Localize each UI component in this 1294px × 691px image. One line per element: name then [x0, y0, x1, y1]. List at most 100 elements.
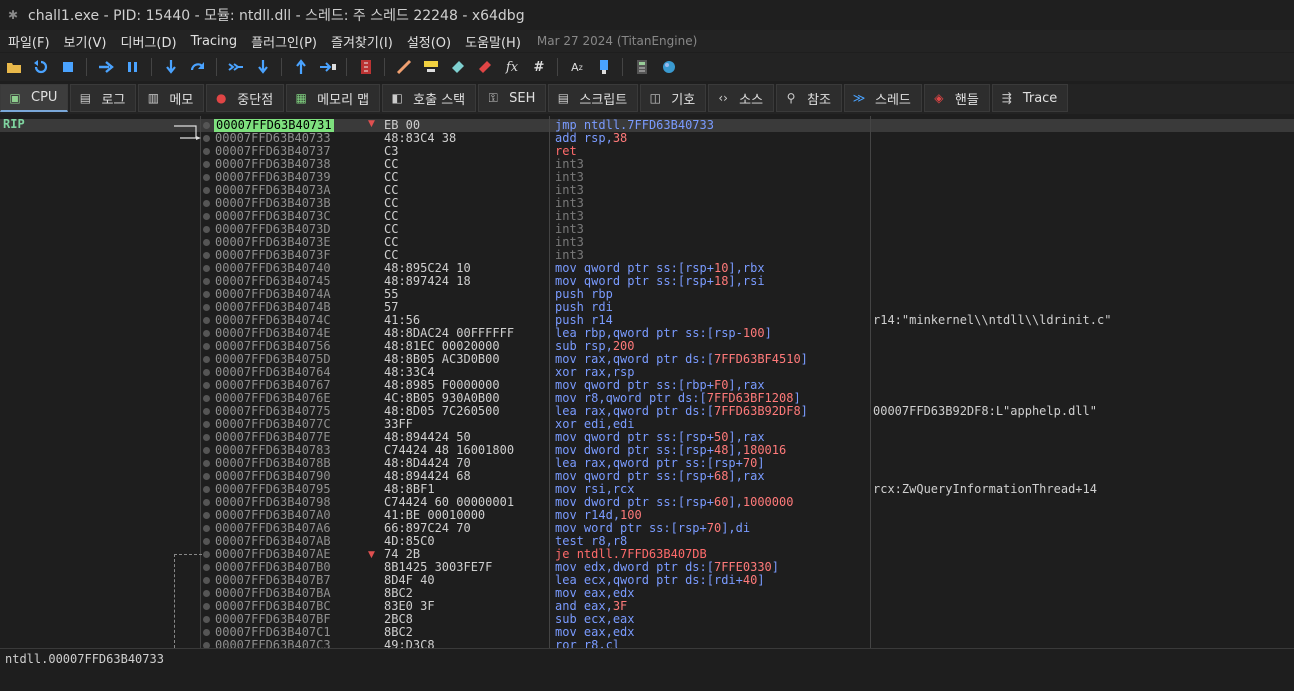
menu-item[interactable]: 보기(V) [56, 32, 113, 51]
breakpoint-dot-icon[interactable] [203, 343, 210, 350]
font-icon[interactable]: Az [566, 56, 588, 78]
trace-over-icon[interactable] [252, 56, 274, 78]
breakpoint-dot-icon[interactable] [203, 486, 210, 493]
breakpoint-dot-icon[interactable] [203, 395, 210, 402]
breakpoint-dot-icon[interactable] [203, 252, 210, 259]
tab-trace[interactable]: ⇶ Trace [991, 84, 1069, 112]
disasm-row[interactable]: 00007FFD63B40738 CC int3 [0, 158, 1294, 171]
breakpoint-dot-icon[interactable] [203, 499, 210, 506]
menu-item[interactable]: 파일(F) [0, 32, 56, 51]
disasm-row[interactable]: 00007FFD63B4073C CC int3 [0, 210, 1294, 223]
tab-threads[interactable]: ≫ 스레드 [844, 84, 922, 112]
disasm-row[interactable]: 00007FFD63B40739 CC int3 [0, 171, 1294, 184]
step-into-icon[interactable] [160, 56, 182, 78]
tab-log[interactable]: ▤ 로그 [70, 84, 137, 112]
menu-item[interactable]: 즐겨찾기(I) [323, 32, 399, 51]
disasm-row[interactable]: 00007FFD63B40790 48:894424 68 mov qword pt… [0, 470, 1294, 483]
breakpoint-dot-icon[interactable] [203, 161, 210, 168]
disasm-row[interactable]: 00007FFD63B40731 EB 00 jmp ntdll.7FFD63B40… [0, 119, 1294, 132]
pause-icon[interactable] [122, 56, 144, 78]
breakpoint-dot-icon[interactable] [203, 200, 210, 207]
tab-memory-map[interactable]: ▦ 메모리 맵 [286, 84, 381, 112]
menu-item[interactable]: 디버그(D) [113, 32, 183, 51]
label-icon[interactable] [447, 56, 469, 78]
menu-item[interactable]: 도움말(H) [457, 32, 527, 51]
breakpoint-dot-icon[interactable] [203, 590, 210, 597]
tool-icon[interactable] [593, 56, 615, 78]
cpu-disassembly-panel[interactable]: RIP ▼ 00007FFD63B40731 EB 00 jmp ntdll.7FF… [0, 116, 1294, 648]
disasm-row[interactable]: 00007FFD63B40733 48:83C4 38 add rsp,38 [0, 132, 1294, 145]
disasm-row[interactable]: 00007FFD63B4073E CC int3 [0, 236, 1294, 249]
breakpoint-dot-icon[interactable] [203, 304, 210, 311]
breakpoint-dot-icon[interactable] [203, 226, 210, 233]
breakpoint-dot-icon[interactable] [203, 512, 210, 519]
breakpoint-dot-icon[interactable] [203, 603, 210, 610]
disasm-row[interactable]: 00007FFD63B407A6 66:897C24 70 mov word ptr… [0, 522, 1294, 535]
breakpoint-dot-icon[interactable] [203, 174, 210, 181]
bookmark-icon[interactable] [474, 56, 496, 78]
breakpoint-dot-icon[interactable] [203, 187, 210, 194]
tab-call-stack[interactable]: ◧ 호출 스택 [382, 84, 477, 112]
disasm-row[interactable]: 00007FFD63B40745 48:897424 18 mov qword pt… [0, 275, 1294, 288]
patch-icon[interactable] [393, 56, 415, 78]
tab-seh[interactable]: ⚿ SEH [478, 84, 547, 112]
disasm-row[interactable]: 00007FFD63B4075D 48:8B05 AC3D0B00 mov rax,… [0, 353, 1294, 366]
breakpoint-dot-icon[interactable] [203, 473, 210, 480]
breakpoint-dot-icon[interactable] [203, 408, 210, 415]
execute-till-return-icon[interactable] [290, 56, 312, 78]
scylla-icon[interactable] [355, 56, 377, 78]
breakpoint-dot-icon[interactable] [203, 135, 210, 142]
stop-icon[interactable] [57, 56, 79, 78]
tab-source[interactable]: ‹› 소스 [708, 84, 775, 112]
menu-item[interactable]: Tracing [183, 34, 244, 49]
tab-handles[interactable]: ◈ 핸들 [923, 84, 990, 112]
tab-symbols[interactable]: ◫ 기호 [640, 84, 707, 112]
disasm-row[interactable]: 00007FFD63B407BF 2BC8 sub ecx,eax [0, 613, 1294, 626]
breakpoint-dot-icon[interactable] [203, 551, 210, 558]
calculator-icon[interactable] [631, 56, 653, 78]
comment-icon[interactable] [420, 56, 442, 78]
disasm-row[interactable]: 00007FFD63B407C3 49:D3C8 ror r8,cl [0, 639, 1294, 648]
disasm-row[interactable]: 00007FFD63B407C1 8BC2 mov eax,edx [0, 626, 1294, 639]
menu-item[interactable]: 플러그인(P) [243, 32, 323, 51]
disasm-row[interactable]: 00007FFD63B4073A CC int3 [0, 184, 1294, 197]
trace-into-icon[interactable] [225, 56, 247, 78]
disasm-row[interactable]: 00007FFD63B4073D CC int3 [0, 223, 1294, 236]
hash-icon[interactable]: # [528, 56, 550, 78]
disasm-row[interactable]: 00007FFD63B4074E 48:8DAC24 00FFFFFF lea rb… [0, 327, 1294, 340]
globe-icon[interactable] [658, 56, 680, 78]
disasm-row[interactable]: 00007FFD63B407BC 83E0 3F and eax,3F [0, 600, 1294, 613]
breakpoint-dot-icon[interactable] [203, 577, 210, 584]
breakpoint-dot-icon[interactable] [203, 291, 210, 298]
open-icon[interactable] [3, 56, 25, 78]
breakpoint-dot-icon[interactable] [203, 382, 210, 389]
breakpoint-dot-icon[interactable] [203, 317, 210, 324]
breakpoint-dot-icon[interactable] [203, 213, 210, 220]
tab-notes[interactable]: ▥ 메모 [138, 84, 205, 112]
breakpoint-dot-icon[interactable] [203, 538, 210, 545]
disasm-row[interactable]: 00007FFD63B40798 C74424 60 00000001 mov dw… [0, 496, 1294, 509]
breakpoint-dot-icon[interactable] [203, 616, 210, 623]
restart-icon[interactable] [30, 56, 52, 78]
breakpoint-dot-icon[interactable] [203, 278, 210, 285]
breakpoint-dot-icon[interactable] [203, 239, 210, 246]
breakpoint-dot-icon[interactable] [203, 525, 210, 532]
breakpoint-dot-icon[interactable] [203, 148, 210, 155]
run-to-user-code-icon[interactable] [317, 56, 339, 78]
menu-item[interactable]: 설정(O) [399, 32, 457, 51]
breakpoint-dot-icon[interactable] [203, 356, 210, 363]
breakpoint-dot-icon[interactable] [203, 629, 210, 636]
disasm-row[interactable]: 00007FFD63B4073B CC int3 [0, 197, 1294, 210]
tab-cpu[interactable]: ▣ CPU [0, 84, 69, 112]
disasm-row[interactable]: 00007FFD63B407BA 8BC2 mov eax,edx [0, 587, 1294, 600]
disasm-row[interactable]: 00007FFD63B40737 C3 ret [0, 145, 1294, 158]
breakpoint-dot-icon[interactable] [203, 330, 210, 337]
breakpoint-dot-icon[interactable] [203, 447, 210, 454]
breakpoint-dot-icon[interactable] [203, 122, 210, 129]
disasm-row[interactable]: 00007FFD63B40775 48:8D05 7C260500 lea rax,… [0, 405, 1294, 418]
tab-script[interactable]: ▤ 스크립트 [548, 84, 639, 112]
breakpoint-dot-icon[interactable] [203, 460, 210, 467]
breakpoint-dot-icon[interactable] [203, 564, 210, 571]
breakpoint-dot-icon[interactable] [203, 265, 210, 272]
tab-breakpoint[interactable]: ● 중단점 [206, 84, 285, 112]
